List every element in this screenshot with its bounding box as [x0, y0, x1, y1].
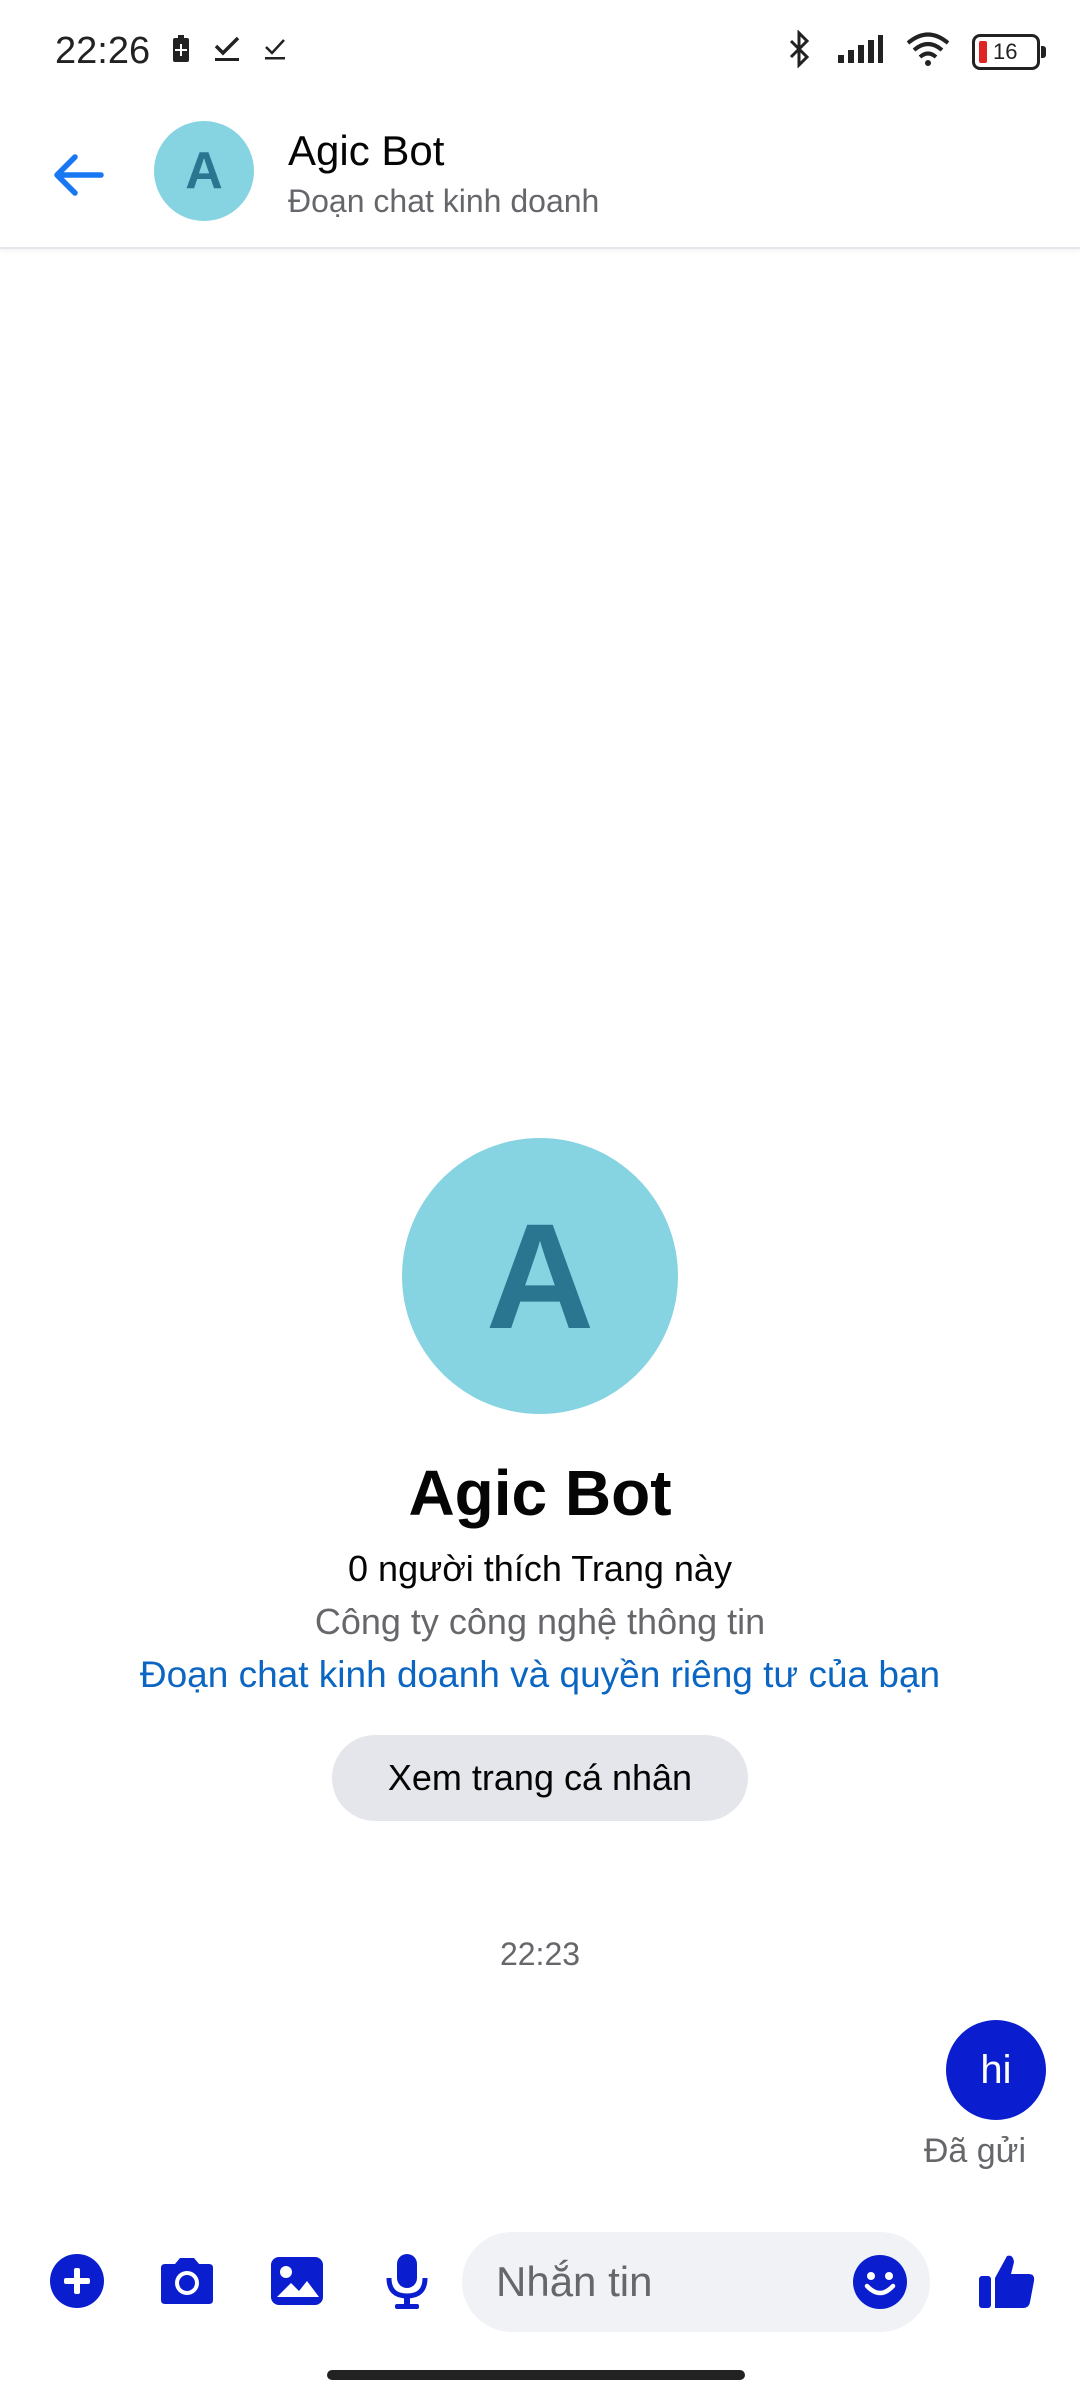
header-avatar-letter: A — [185, 142, 223, 200]
status-time: 22:26 — [55, 30, 151, 72]
emoji-button[interactable] — [852, 2254, 908, 2310]
status-right-icons: 16 — [784, 29, 1046, 73]
microphone-icon — [386, 2254, 428, 2309]
profile-likes: 0 người thích Trang này — [348, 1548, 732, 1589]
message-status: Đã gửi — [923, 2132, 1026, 2170]
message-timestamp: 22:23 — [499, 1936, 581, 1972]
checkbox-icon — [262, 36, 288, 67]
chat-subtitle: Đoạn chat kinh doanh — [288, 183, 600, 219]
emoji-icon — [853, 2255, 907, 2309]
add-button[interactable] — [44, 2248, 110, 2314]
like-button[interactable] — [974, 2248, 1040, 2314]
profile-avatar[interactable]: A — [402, 1138, 678, 1414]
battery-level: 16 — [993, 38, 1018, 64]
signal-icon — [836, 33, 884, 70]
voice-button[interactable] — [374, 2248, 440, 2314]
home-indicator[interactable] — [327, 2370, 745, 2380]
profile-name: Agic Bot — [408, 1457, 672, 1529]
message-bubble[interactable]: hi — [946, 2020, 1046, 2120]
wifi-icon — [906, 32, 950, 71]
chat-title[interactable]: Agic Bot — [288, 127, 444, 175]
add-icon — [50, 2254, 104, 2308]
checkbox-icon — [212, 34, 242, 69]
status-left-icons — [170, 34, 288, 69]
view-profile-button[interactable]: Xem trang cá nhân — [332, 1735, 748, 1821]
camera-icon — [161, 2258, 213, 2304]
privacy-link[interactable]: Đoạn chat kinh doanh và quyền riêng tư c… — [0, 1654, 1080, 1696]
battery-icon: 16 — [972, 33, 1046, 70]
battery-saver-icon — [170, 34, 192, 69]
bluetooth-icon — [784, 29, 814, 73]
back-button[interactable] — [44, 145, 110, 205]
header-avatar[interactable]: A — [154, 121, 254, 221]
profile-avatar-letter: A — [485, 1192, 595, 1360]
camera-button[interactable] — [154, 2248, 220, 2314]
composer-bar — [0, 2220, 1080, 2350]
like-icon — [979, 2255, 1035, 2308]
arrow-left-icon — [54, 154, 104, 196]
gallery-button[interactable] — [264, 2248, 330, 2314]
profile-category: Công ty công nghệ thông tin — [314, 1601, 766, 1642]
status-bar: 22:26 16 — [0, 0, 1080, 105]
gallery-icon — [271, 2257, 323, 2305]
chat-header: A Agic Bot Đoạn chat kinh doanh — [0, 105, 1080, 249]
